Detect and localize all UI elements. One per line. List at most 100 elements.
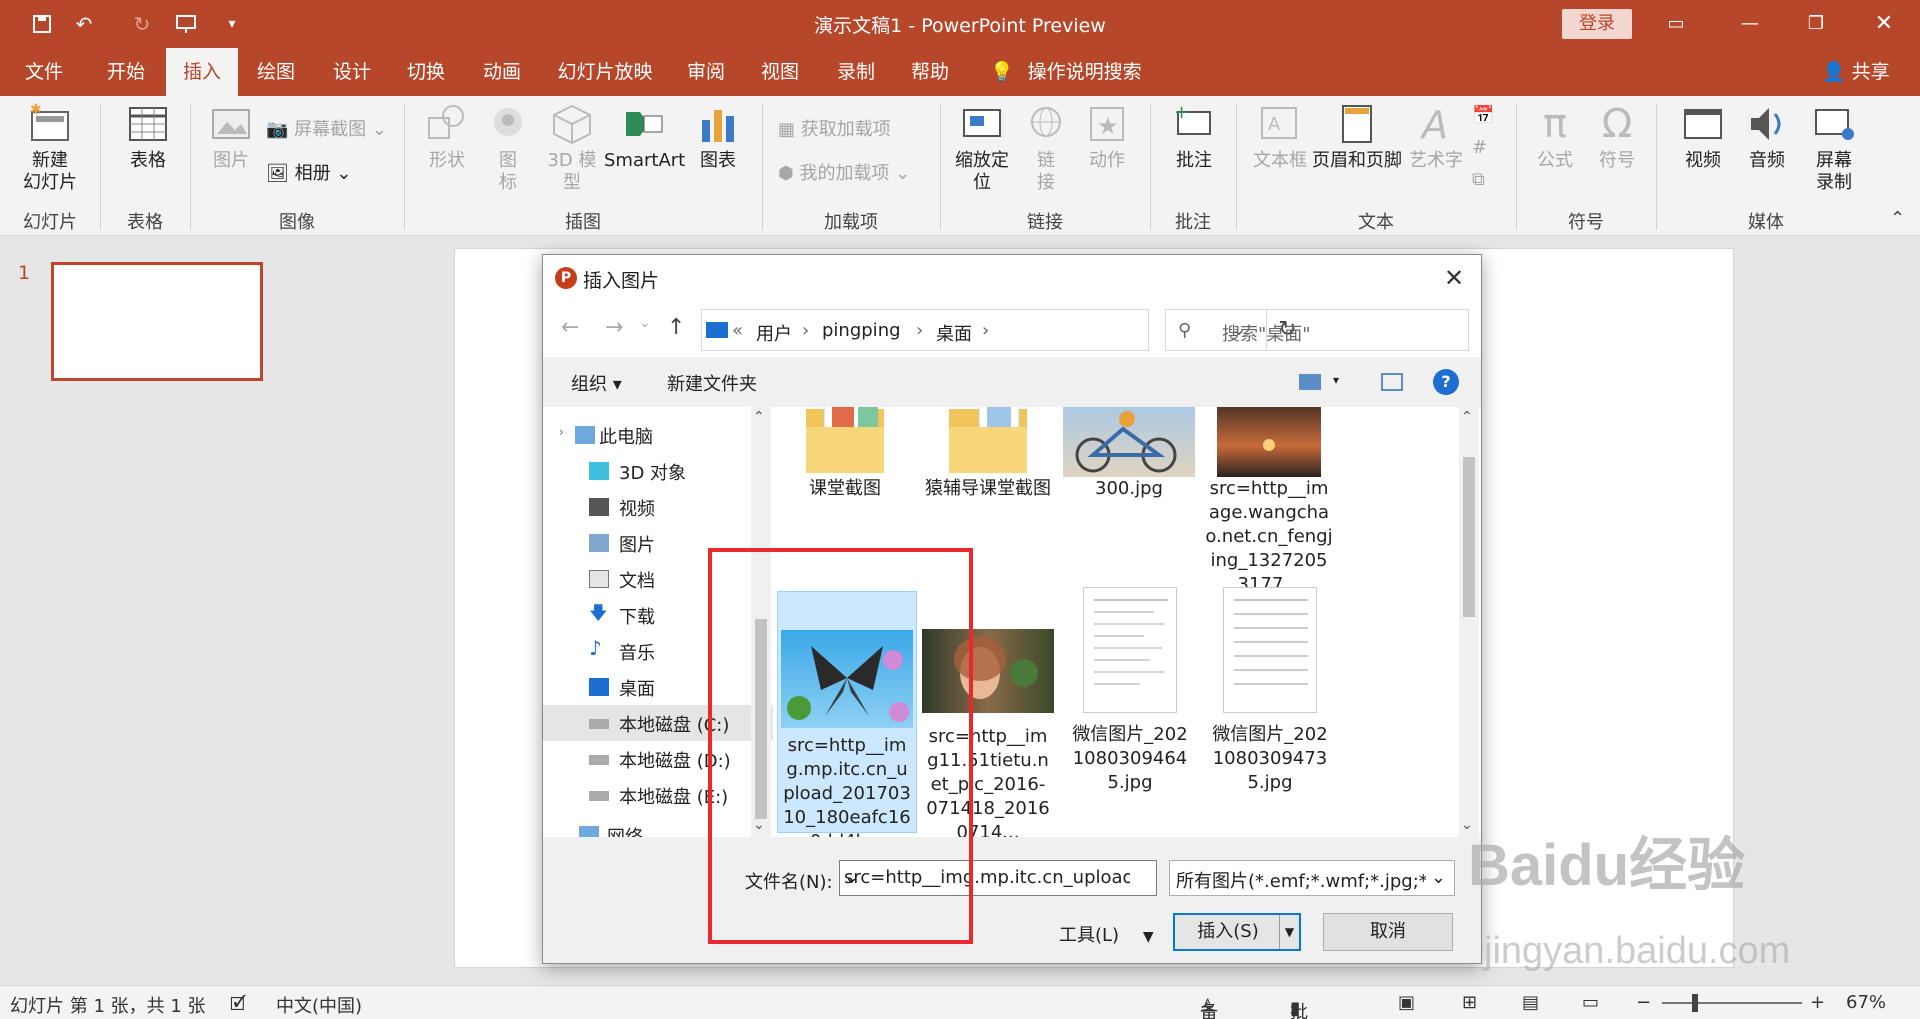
file-type-select[interactable]: 所有图片(*.emf;*.wmf;*.jpg;*.jp ⌄ [1169, 860, 1455, 896]
slide-number-icon[interactable]: # [1472, 136, 1487, 160]
search-input[interactable]: ⚲ 搜索"桌面" [1165, 309, 1469, 351]
normal-view-icon[interactable]: ▣ [1398, 992, 1415, 1013]
back-icon[interactable]: ← [561, 315, 579, 340]
close-icon[interactable]: ✕ [1437, 261, 1471, 295]
icons-button[interactable]: 图 标 [486, 102, 530, 194]
action-button[interactable]: ★ 动作 [1082, 102, 1132, 172]
zoom-button[interactable]: 缩放定 位 [950, 102, 1014, 194]
pictures-button[interactable]: 图片 [206, 102, 256, 172]
chart-button[interactable]: 图表 [694, 102, 742, 172]
file-item-folder[interactable]: 猿辅导课堂截图 [919, 407, 1057, 501]
audio-button[interactable]: 音频 [1740, 102, 1794, 172]
wordart-button[interactable]: A 艺术字 [1408, 102, 1464, 172]
collapse-ribbon-icon[interactable]: ⌃ [1890, 208, 1905, 229]
header-footer-button[interactable]: 页眉和页脚 [1310, 102, 1404, 172]
screen-record-button[interactable]: 屏幕 录制 [1804, 102, 1864, 194]
nav-item-this-pc[interactable]: › 此电脑 [543, 417, 773, 453]
new-folder-button[interactable]: 新建文件夹 [667, 370, 757, 396]
forward-icon[interactable]: → [605, 315, 623, 340]
new-slide-button[interactable]: ✱ 新建 幻灯片 [12, 102, 88, 194]
ribbon-display-icon[interactable]: ▭ [1656, 8, 1696, 40]
organize-button[interactable]: 组织 ▾ [571, 370, 622, 396]
album-button[interactable]: 🖼 相册 ⌄ [266, 162, 351, 186]
tab-review[interactable]: 审阅 [670, 48, 742, 96]
help-icon[interactable]: ? [1433, 369, 1459, 395]
3d-models-button[interactable]: 3D 模 型 [544, 102, 600, 194]
up-icon[interactable]: ↑ [667, 315, 685, 340]
my-addins-button[interactable]: ⬢ 我的加载项 ⌄ [778, 162, 910, 186]
restore-icon[interactable]: ❐ [1796, 8, 1836, 40]
tab-view[interactable]: 视图 [744, 48, 816, 96]
shapes-button[interactable]: 形状 [420, 102, 474, 172]
recent-dropdown-icon[interactable]: ⌄ [639, 315, 651, 331]
tools-button[interactable]: 工具(L) ▼ [1059, 921, 1154, 947]
slide-thumbnail[interactable] [51, 262, 263, 381]
file-scrollbar[interactable]: ⌃ ⌄ [1459, 407, 1479, 837]
nav-item-3d-objects[interactable]: 3D 对象 [543, 453, 773, 489]
tab-slideshow[interactable]: 幻灯片放映 [550, 48, 660, 96]
tab-insert[interactable]: 插入 [166, 48, 238, 96]
file-item-image[interactable]: 300.jpg [1061, 407, 1197, 501]
group-label-media: 媒体 [1748, 212, 1784, 233]
tab-record[interactable]: 录制 [820, 48, 892, 96]
file-item-image[interactable]: 微信图片_20210803094645.jpg [1063, 587, 1197, 795]
zoom-out-icon[interactable]: − [1636, 992, 1651, 1013]
header-footer-label: 页眉和页脚 [1312, 150, 1402, 171]
zoom-slider[interactable] [1662, 1002, 1802, 1004]
zoom-slider-thumb[interactable] [1692, 994, 1698, 1012]
file-scrollbar-thumb[interactable] [1463, 457, 1475, 617]
get-addins-button[interactable]: ▦ 获取加载项 [778, 118, 891, 142]
smartart-button[interactable]: SmartArt [604, 102, 685, 172]
breadcrumb-desktop[interactable]: 桌面 [936, 320, 972, 346]
screenshot-button[interactable]: 📷 屏幕截图 ⌄ [266, 118, 387, 142]
breadcrumb-overflow[interactable]: « [732, 320, 743, 341]
minimize-icon[interactable]: — [1730, 8, 1770, 40]
zoom-in-icon[interactable]: + [1810, 992, 1825, 1013]
file-item-image[interactable]: 微信图片_20210803094735.jpg [1203, 587, 1337, 795]
tab-home[interactable]: 开始 [90, 48, 162, 96]
file-item-folder[interactable]: 课堂截图 [775, 407, 915, 501]
zoom-level[interactable]: 67% [1846, 992, 1886, 1013]
table-button[interactable]: 表格 [116, 102, 180, 172]
scroll-up-icon[interactable]: ⌃ [753, 409, 765, 425]
date-time-icon[interactable]: 📅 [1472, 104, 1494, 128]
tab-animations[interactable]: 动画 [466, 48, 538, 96]
table-label: 表格 [130, 150, 166, 171]
comment-icon: + [1172, 102, 1216, 146]
link-button[interactable]: 链 接 [1024, 102, 1068, 194]
slide-sorter-icon[interactable]: ⊞ [1462, 992, 1477, 1013]
textbox-button[interactable]: A 文本框 [1250, 102, 1310, 172]
preview-pane-icon[interactable] [1381, 373, 1403, 391]
scroll-up-icon[interactable]: ⌃ [1461, 409, 1473, 425]
document-icon [589, 570, 609, 588]
nav-item-videos[interactable]: 视频 [543, 489, 773, 525]
address-bar[interactable]: « 用户 › pingping › 桌面 › ⌄ ↻ [701, 309, 1297, 351]
tab-help[interactable]: 帮助 [894, 48, 966, 96]
breadcrumb-pingping[interactable]: pingping [822, 320, 901, 341]
accessibility-icon[interactable]: 🗹 [230, 992, 246, 1019]
insert-dropdown-icon[interactable]: ▼ [1279, 915, 1299, 949]
svg-text:A: A [1268, 114, 1281, 135]
file-item-image[interactable]: src=http__image.wangchao.net.cn_fengjing… [1201, 407, 1337, 597]
tab-design[interactable]: 设计 [316, 48, 388, 96]
share-button[interactable]: 👤 共享 [1822, 48, 1890, 96]
tell-me-search[interactable]: 💡 操作说明搜索 [990, 48, 1142, 96]
comment-button[interactable]: + 批注 [1166, 102, 1222, 172]
cancel-button[interactable]: 取消 [1323, 913, 1453, 951]
equation-button[interactable]: π 公式 [1530, 102, 1580, 172]
close-icon[interactable]: ✕ [1864, 8, 1904, 40]
language-status[interactable]: 中文(中国) [276, 992, 362, 1018]
breadcrumb-users[interactable]: 用户 [756, 320, 792, 346]
slideshow-view-icon[interactable]: ▭ [1582, 992, 1599, 1013]
object-icon[interactable]: ⧉ [1472, 168, 1485, 192]
view-options-icon[interactable] [1299, 374, 1321, 390]
tab-transitions[interactable]: 切换 [390, 48, 462, 96]
symbol-button[interactable]: Ω 符号 [1592, 102, 1642, 172]
tab-file[interactable]: 文件 [8, 48, 80, 96]
video-button[interactable]: 视频 [1676, 102, 1730, 172]
login-button[interactable]: 登录 [1562, 9, 1632, 39]
reading-view-icon[interactable]: ▤ [1522, 992, 1539, 1013]
expand-arrow-icon[interactable]: › [559, 425, 564, 439]
tab-draw[interactable]: 绘图 [240, 48, 312, 96]
view-dropdown-icon[interactable]: ▾ [1333, 373, 1339, 387]
